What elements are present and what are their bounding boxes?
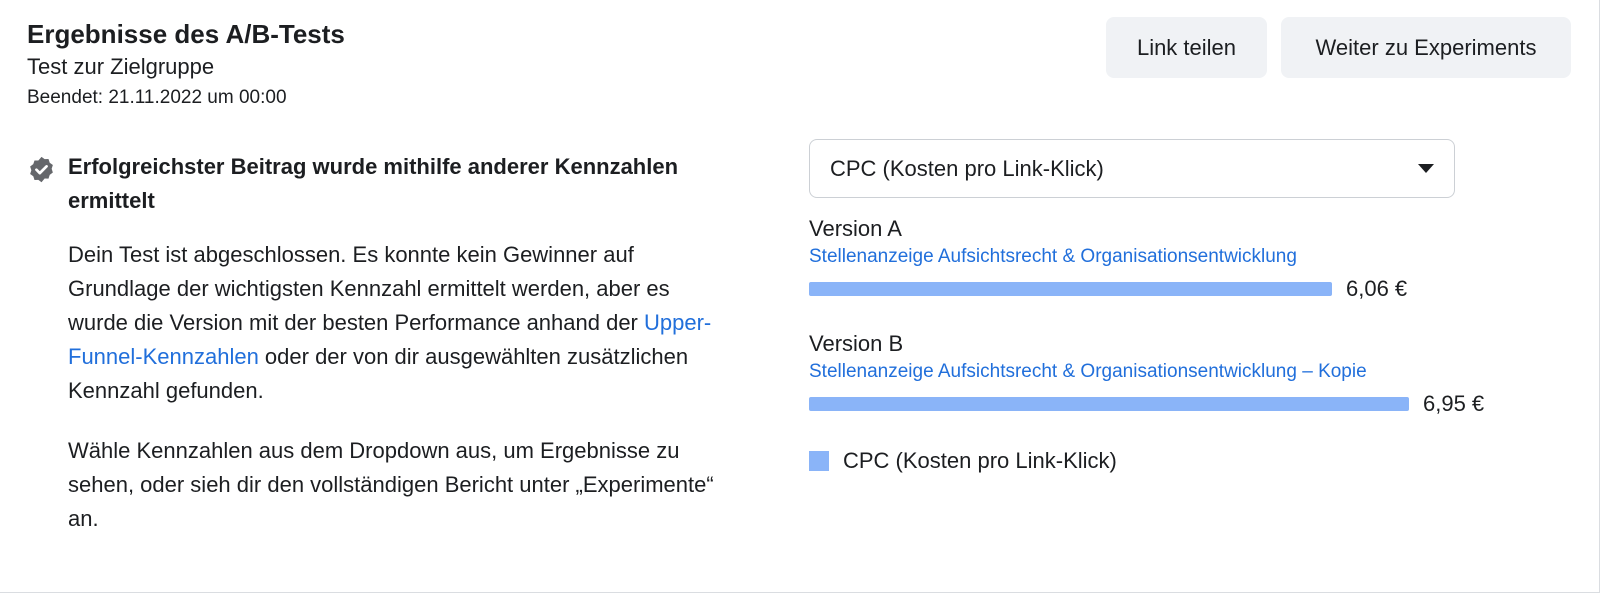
- summary-heading: Erfolgreichster Beitrag wurde mithilfe a…: [68, 154, 679, 213]
- legend-label: CPC (Kosten pro Link-Klick): [843, 448, 1117, 473]
- version-a-bar: [809, 282, 1332, 296]
- metric-comparison-panel: CPC (Kosten pro Link-Klick) Version A St…: [809, 139, 1509, 474]
- page-title: Ergebnisse des A/B-Tests: [27, 19, 345, 49]
- summary-heading-row: Erfolgreichster Beitrag wurde mithilfe a…: [27, 150, 727, 218]
- version-b-label: Version B: [809, 331, 904, 356]
- share-link-button[interactable]: Link teilen: [1106, 17, 1267, 78]
- version-a-value: 6,06 €: [1346, 276, 1408, 301]
- version-b-value: 6,95 €: [1423, 391, 1485, 416]
- version-b-ad-link[interactable]: Stellenanzeige Aufsichtsrecht & Organisa…: [809, 359, 1509, 385]
- go-to-experiments-button[interactable]: Weiter zu Experiments: [1281, 17, 1571, 78]
- summary-section: Erfolgreichster Beitrag wurde mithilfe a…: [27, 150, 727, 536]
- paragraph-text: Dein Test ist abgeschlossen. Es konnte k…: [68, 242, 670, 335]
- legend-swatch: [809, 451, 829, 471]
- version-b-block: Version B Stellenanzeige Aufsichtsrecht …: [809, 329, 1509, 417]
- chart-legend: CPC (Kosten pro Link-Klick): [809, 448, 1509, 474]
- end-date: Beendet: 21.11.2022 um 00:00: [27, 87, 287, 108]
- test-subtitle: Test zur Zielgruppe: [27, 54, 215, 79]
- results-header: Ergebnisse des A/B-Tests Test zur Zielgr…: [27, 18, 345, 111]
- version-a-ad-link[interactable]: Stellenanzeige Aufsichtsrecht & Organisa…: [809, 244, 1509, 270]
- version-a-block: Version A Stellenanzeige Aufsichtsrecht …: [809, 214, 1509, 302]
- metric-dropdown[interactable]: CPC (Kosten pro Link-Klick): [809, 139, 1455, 198]
- metric-dropdown-value: CPC (Kosten pro Link-Klick): [830, 155, 1104, 181]
- verified-check-icon: [30, 156, 53, 183]
- chevron-down-icon: [1418, 164, 1434, 173]
- version-b-bar-row: 6,95 €: [809, 391, 1509, 417]
- version-a-label: Version A: [809, 216, 902, 241]
- summary-paragraph-2: Wähle Kennzahlen aus dem Dropdown aus, u…: [68, 438, 714, 531]
- ab-test-results-card: Ergebnisse des A/B-Tests Test zur Zielgr…: [0, 0, 1600, 593]
- summary-paragraph-1: Dein Test ist abgeschlossen. Es konnte k…: [68, 238, 727, 408]
- version-b-bar: [809, 397, 1409, 411]
- version-a-bar-row: 6,06 €: [809, 276, 1509, 302]
